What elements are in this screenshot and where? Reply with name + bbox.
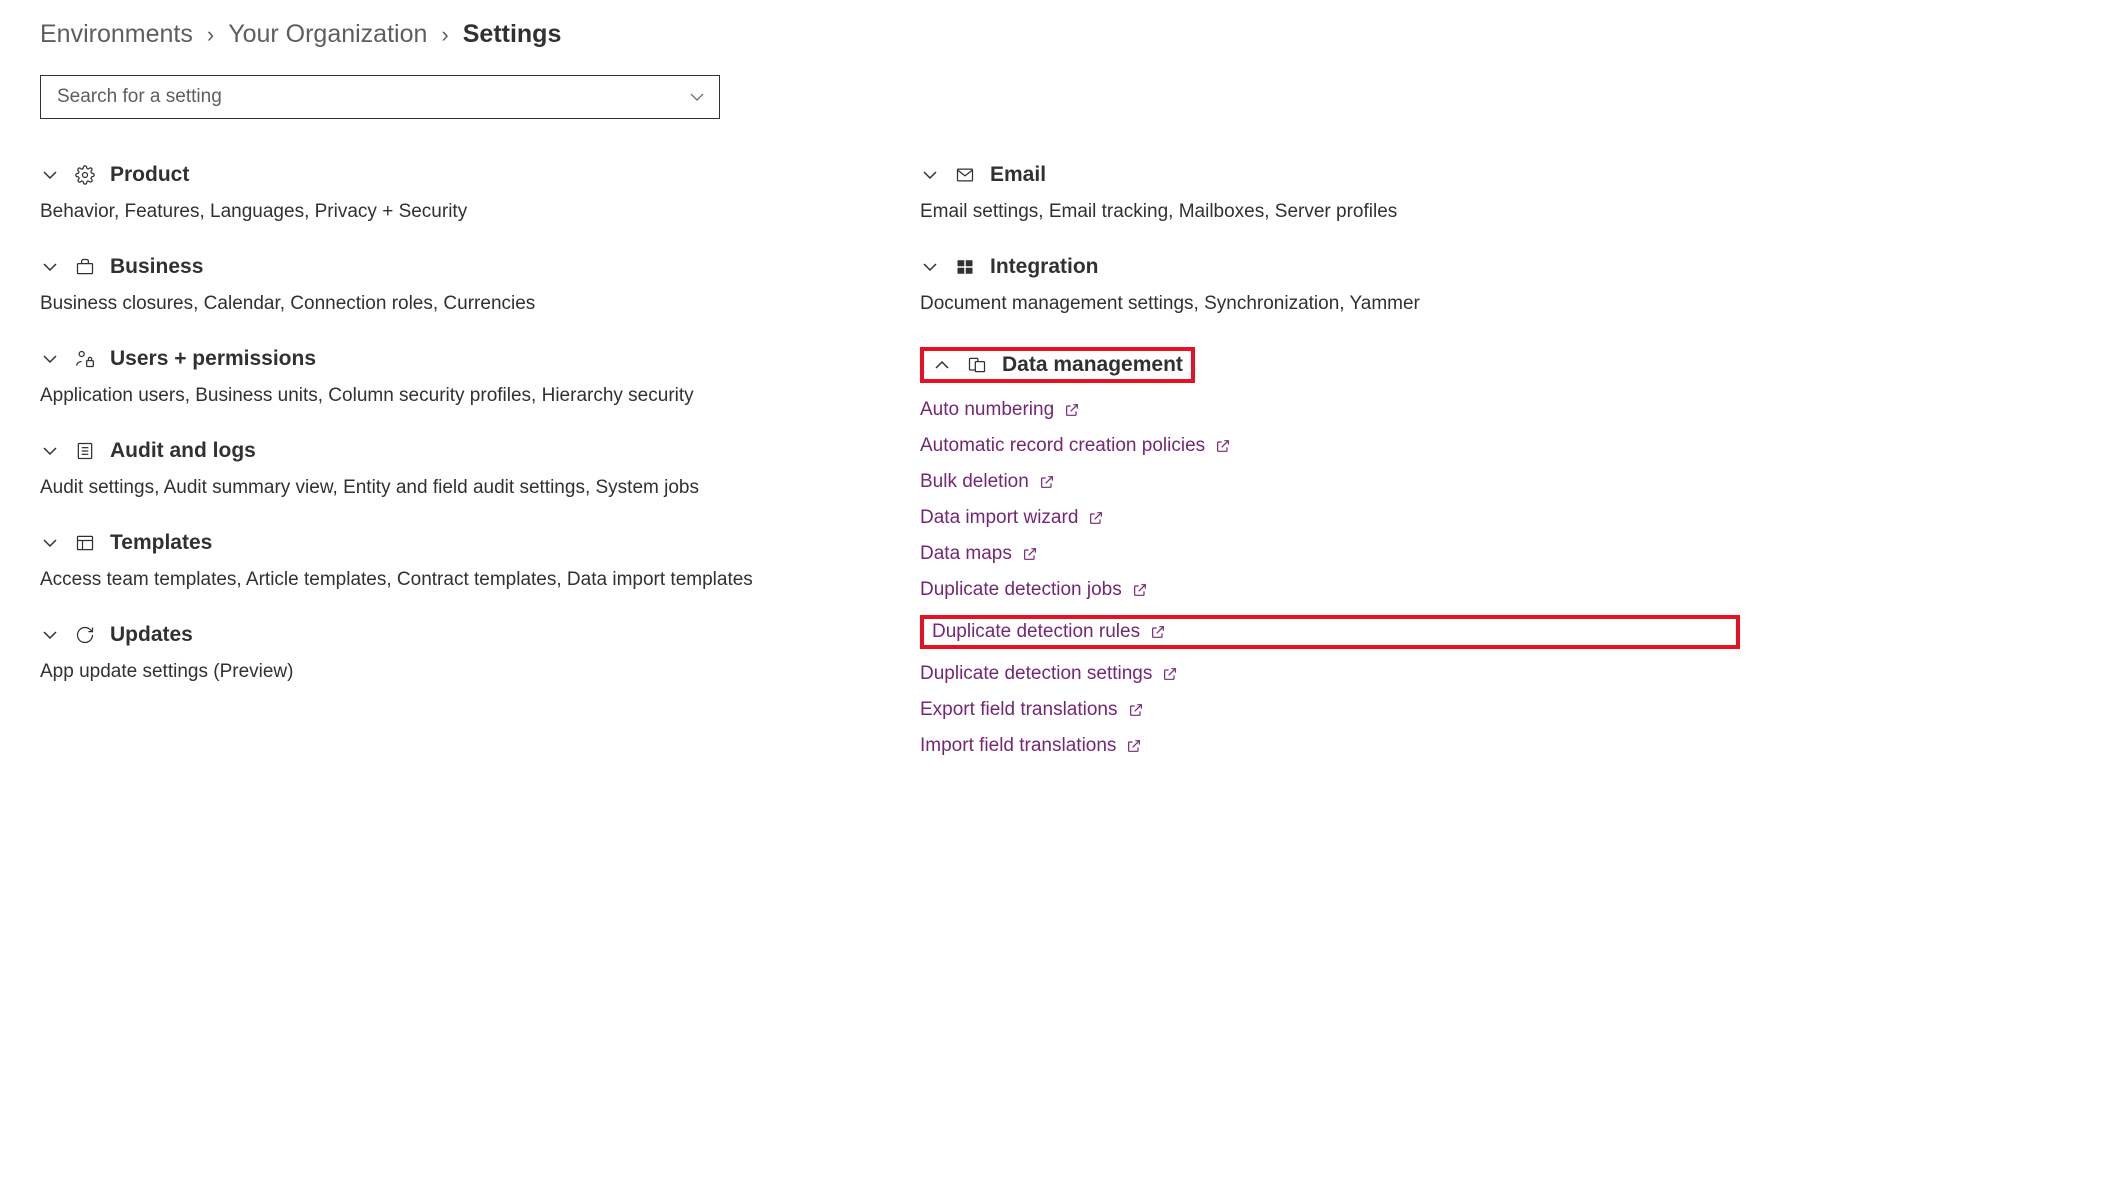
group-description: Business closures, Calendar, Connection … [40,293,860,315]
link-duplicate-detection-settings[interactable]: Duplicate detection settings [920,663,1740,685]
group-header-integration[interactable]: Integration [920,255,1740,279]
chevron-down-icon [920,259,940,275]
breadcrumb-separator: › [207,22,214,48]
external-link-icon [1126,738,1142,754]
group-users-permissions: Users + permissions Application users, B… [40,347,860,407]
external-link-icon [1022,546,1038,562]
link-data-import-wizard[interactable]: Data import wizard [920,507,1740,529]
briefcase-icon [74,257,96,277]
link-label: Duplicate detection rules [932,621,1140,643]
link-auto-record-creation[interactable]: Automatic record creation policies [920,435,1740,457]
search-input[interactable] [55,85,689,109]
chevron-down-icon[interactable] [689,89,705,105]
external-link-icon [1088,510,1104,526]
link-auto-numbering[interactable]: Auto numbering [920,399,1740,421]
group-audit-logs: Audit and logs Audit settings, Audit sum… [40,439,860,499]
group-description: Application users, Business units, Colum… [40,385,860,407]
external-link-icon [1039,474,1055,490]
breadcrumb-organization[interactable]: Your Organization [228,20,427,49]
users-lock-icon [74,349,96,369]
group-business: Business Business closures, Calendar, Co… [40,255,860,315]
chevron-down-icon [40,627,60,643]
link-label: Automatic record creation policies [920,435,1205,457]
group-description: Behavior, Features, Languages, Privacy +… [40,201,860,223]
group-title: Business [110,255,203,279]
link-label: Export field translations [920,699,1118,721]
settings-left-column: Product Behavior, Features, Languages, P… [40,163,860,789]
link-bulk-deletion[interactable]: Bulk deletion [920,471,1740,493]
group-title: Product [110,163,189,187]
group-description: Document management settings, Synchroniz… [920,293,1740,315]
mail-icon [954,165,976,185]
breadcrumb: Environments › Your Organization › Setti… [40,20,2088,49]
highlight-duplicate-detection-rules: Duplicate detection rules [920,615,1740,649]
link-export-field-translations[interactable]: Export field translations [920,699,1740,721]
breadcrumb-settings: Settings [463,20,562,49]
link-import-field-translations[interactable]: Import field translations [920,735,1740,757]
group-header-product[interactable]: Product [40,163,860,187]
external-link-icon [1215,438,1231,454]
group-header-templates[interactable]: Templates [40,531,860,555]
group-updates: Updates App update settings (Preview) [40,623,860,683]
external-link-icon [1132,582,1148,598]
group-email: Email Email settings, Email tracking, Ma… [920,163,1740,223]
refresh-icon [74,625,96,645]
group-title: Updates [110,623,193,647]
database-icon [966,355,988,375]
windows-icon [954,258,976,276]
group-header-audit[interactable]: Audit and logs [40,439,860,463]
group-title: Email [990,163,1046,187]
gear-icon [74,165,96,185]
link-data-maps[interactable]: Data maps [920,543,1740,565]
group-header-updates[interactable]: Updates [40,623,860,647]
group-description: Audit settings, Audit summary view, Enti… [40,477,860,499]
chevron-down-icon [40,351,60,367]
chevron-down-icon [40,443,60,459]
group-title: Audit and logs [110,439,256,463]
external-link-icon [1128,702,1144,718]
group-description: App update settings (Preview) [40,661,860,683]
link-duplicate-detection-rules[interactable]: Duplicate detection rules [932,621,1166,643]
settings-right-column: Email Email settings, Email tracking, Ma… [920,163,1740,789]
group-title: Templates [110,531,212,555]
breadcrumb-environments[interactable]: Environments [40,20,193,49]
group-title: Integration [990,255,1099,279]
group-header-data-management[interactable]: Data management [932,353,1183,377]
group-integration: Integration Document management settings… [920,255,1740,315]
group-title: Users + permissions [110,347,316,371]
link-label: Data import wizard [920,507,1078,529]
group-product: Product Behavior, Features, Languages, P… [40,163,860,223]
external-link-icon [1162,666,1178,682]
group-header-business[interactable]: Business [40,255,860,279]
link-label: Duplicate detection settings [920,663,1152,685]
group-title: Data management [1002,353,1183,377]
group-data-management: Data management Auto numbering Automatic… [920,347,1740,757]
search-setting-combobox[interactable] [40,75,720,119]
template-icon [74,533,96,553]
link-label: Data maps [920,543,1012,565]
link-label: Duplicate detection jobs [920,579,1122,601]
chevron-down-icon [40,535,60,551]
breadcrumb-separator: › [441,22,448,48]
list-icon [74,441,96,461]
data-management-links: Auto numbering Automatic record creation… [920,399,1740,757]
chevron-down-icon [920,167,940,183]
link-label: Auto numbering [920,399,1054,421]
group-description: Access team templates, Article templates… [40,569,860,591]
link-label: Bulk deletion [920,471,1029,493]
group-templates: Templates Access team templates, Article… [40,531,860,591]
link-label: Import field translations [920,735,1116,757]
highlight-data-management: Data management [920,347,1195,383]
chevron-down-icon [40,259,60,275]
group-header-users[interactable]: Users + permissions [40,347,860,371]
group-header-email[interactable]: Email [920,163,1740,187]
external-link-icon [1064,402,1080,418]
group-description: Email settings, Email tracking, Mailboxe… [920,201,1740,223]
link-duplicate-detection-jobs[interactable]: Duplicate detection jobs [920,579,1740,601]
external-link-icon [1150,624,1166,640]
chevron-down-icon [40,167,60,183]
chevron-up-icon [932,357,952,373]
